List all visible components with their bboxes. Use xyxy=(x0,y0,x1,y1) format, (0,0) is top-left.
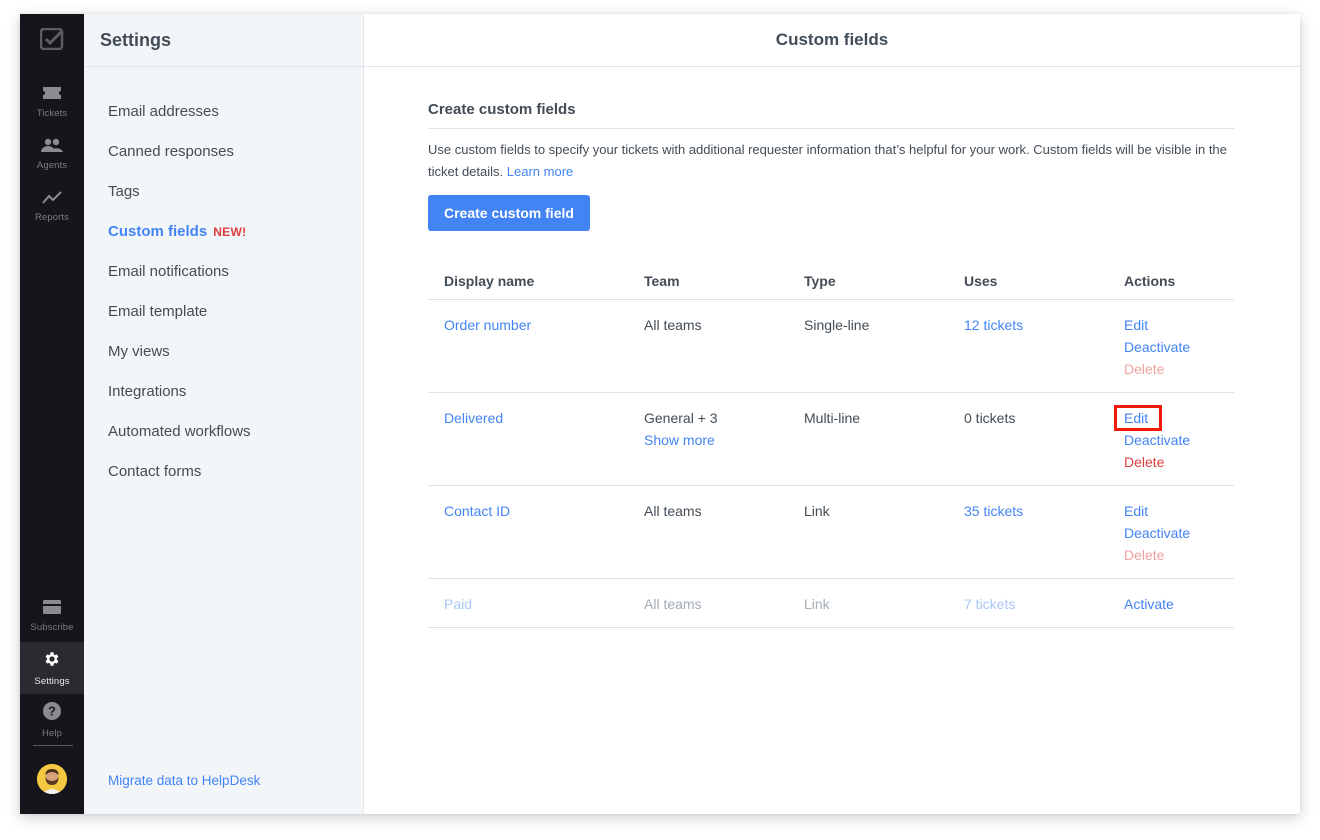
sidebar-item-email-template[interactable]: Email template xyxy=(84,301,363,341)
helpdesk-logo-icon[interactable] xyxy=(20,28,84,52)
field-uses-link[interactable]: 12 tickets xyxy=(964,314,1092,336)
section-description: Use custom fields to specify your ticket… xyxy=(428,139,1234,183)
settings-nav: Email addresses Canned responses Tags Cu… xyxy=(84,67,363,501)
sidebar-item-canned-responses[interactable]: Canned responses xyxy=(84,141,363,181)
field-uses-link[interactable]: 35 tickets xyxy=(964,500,1092,522)
show-more-link[interactable]: Show more xyxy=(644,429,772,451)
sidebar-item-email-notifications[interactable]: Email notifications xyxy=(84,261,363,301)
rail-item-label: Reports xyxy=(35,211,69,223)
table-row: Delivered General + 3 Show more Multi-li… xyxy=(428,392,1234,486)
rail-item-label: Agents xyxy=(36,159,68,171)
field-type: Link xyxy=(788,485,948,579)
sidebar-item-label: Custom fields xyxy=(108,223,208,240)
rail-item-label: Settings xyxy=(34,675,70,687)
deactivate-action[interactable]: Deactivate xyxy=(1124,522,1218,544)
page-title: Custom fields xyxy=(364,14,1300,67)
avatar[interactable] xyxy=(37,764,67,794)
main-panel: Custom fields Create custom fields Use c… xyxy=(364,14,1300,814)
create-custom-field-button[interactable]: Create custom field xyxy=(428,195,590,231)
table-header-row: Display name Team Type Uses Actions xyxy=(428,267,1234,300)
edit-action[interactable]: Edit xyxy=(1124,314,1218,336)
rail-divider xyxy=(33,745,73,746)
field-name-link[interactable]: Paid xyxy=(444,593,612,615)
rail-item-reports[interactable]: Reports xyxy=(20,180,84,232)
section-title: Create custom fields xyxy=(428,67,1234,129)
rail-item-help[interactable]: ? Help xyxy=(20,694,84,746)
learn-more-link[interactable]: Learn more xyxy=(507,164,573,179)
sidebar-title: Settings xyxy=(84,14,363,67)
sidebar-item-tags[interactable]: Tags xyxy=(84,181,363,221)
custom-fields-content: Create custom fields Use custom fields t… xyxy=(428,67,1234,628)
field-type: Single-line xyxy=(788,299,948,393)
column-header-display-name: Display name xyxy=(428,267,628,300)
settings-sidebar: Settings Email addresses Canned response… xyxy=(84,14,364,814)
reports-icon xyxy=(42,190,62,209)
deactivate-action[interactable]: Deactivate xyxy=(1124,336,1218,358)
sidebar-item-custom-fields[interactable]: Custom fields NEW! xyxy=(84,221,363,261)
delete-action-disabled: Delete xyxy=(1124,547,1165,563)
column-header-actions: Actions xyxy=(1108,267,1234,300)
activate-action[interactable]: Activate xyxy=(1124,593,1218,615)
rail-item-subscribe[interactable]: Subscribe xyxy=(20,590,84,642)
agents-icon xyxy=(41,138,63,157)
migrate-data-link[interactable]: Migrate data to HelpDesk xyxy=(108,773,260,788)
rail-item-settings[interactable]: Settings xyxy=(20,642,84,694)
delete-action-disabled: Delete xyxy=(1124,361,1165,377)
gear-icon xyxy=(43,650,61,673)
new-badge: NEW! xyxy=(213,225,247,239)
column-header-team: Team xyxy=(628,267,788,300)
table-row-inactive: Paid All teams Link 7 tickets Activate xyxy=(428,578,1234,628)
field-team: All teams xyxy=(628,485,788,579)
field-team: All teams xyxy=(628,299,788,393)
svg-text:?: ? xyxy=(48,703,56,718)
rail-item-agents[interactable]: Agents xyxy=(20,128,84,180)
column-header-type: Type xyxy=(788,267,948,300)
rail-item-label: Help xyxy=(42,727,62,739)
rail-item-label: Tickets xyxy=(36,107,68,119)
field-uses: 0 tickets xyxy=(948,392,1108,486)
column-header-uses: Uses xyxy=(948,267,1108,300)
edit-action-highlighted[interactable]: Edit xyxy=(1113,405,1163,431)
ticket-icon xyxy=(42,86,62,105)
field-team: General + 3 xyxy=(644,410,718,426)
rail-item-label: Subscribe xyxy=(30,621,74,633)
icon-rail: Tickets Agents Reports Subscribe Setting… xyxy=(20,14,84,814)
edit-action[interactable]: Edit xyxy=(1124,500,1218,522)
field-name-link[interactable]: Order number xyxy=(444,314,612,336)
field-uses-link[interactable]: 7 tickets xyxy=(964,593,1092,615)
sidebar-item-my-views[interactable]: My views xyxy=(84,341,363,381)
app-window: Tickets Agents Reports Subscribe Setting… xyxy=(20,14,1300,814)
field-type: Multi-line xyxy=(788,392,948,486)
sidebar-item-integrations[interactable]: Integrations xyxy=(84,381,363,421)
help-icon: ? xyxy=(43,701,61,725)
table-row: Order number All teams Single-line 12 ti… xyxy=(428,299,1234,393)
sidebar-item-automated-workflows[interactable]: Automated workflows xyxy=(84,421,363,461)
card-icon xyxy=(43,599,61,619)
sidebar-item-email-addresses[interactable]: Email addresses xyxy=(84,101,363,141)
field-type: Link xyxy=(788,578,948,628)
rail-item-tickets[interactable]: Tickets xyxy=(20,76,84,128)
field-name-link[interactable]: Delivered xyxy=(444,407,612,429)
custom-fields-table: Display name Team Type Uses Actions Orde… xyxy=(428,267,1234,628)
field-name-link[interactable]: Contact ID xyxy=(444,500,612,522)
field-team: All teams xyxy=(628,578,788,628)
table-row: Contact ID All teams Link 35 tickets Edi… xyxy=(428,485,1234,579)
sidebar-item-contact-forms[interactable]: Contact forms xyxy=(84,461,363,501)
deactivate-action[interactable]: Deactivate xyxy=(1124,429,1218,451)
delete-action[interactable]: Delete xyxy=(1124,451,1218,473)
